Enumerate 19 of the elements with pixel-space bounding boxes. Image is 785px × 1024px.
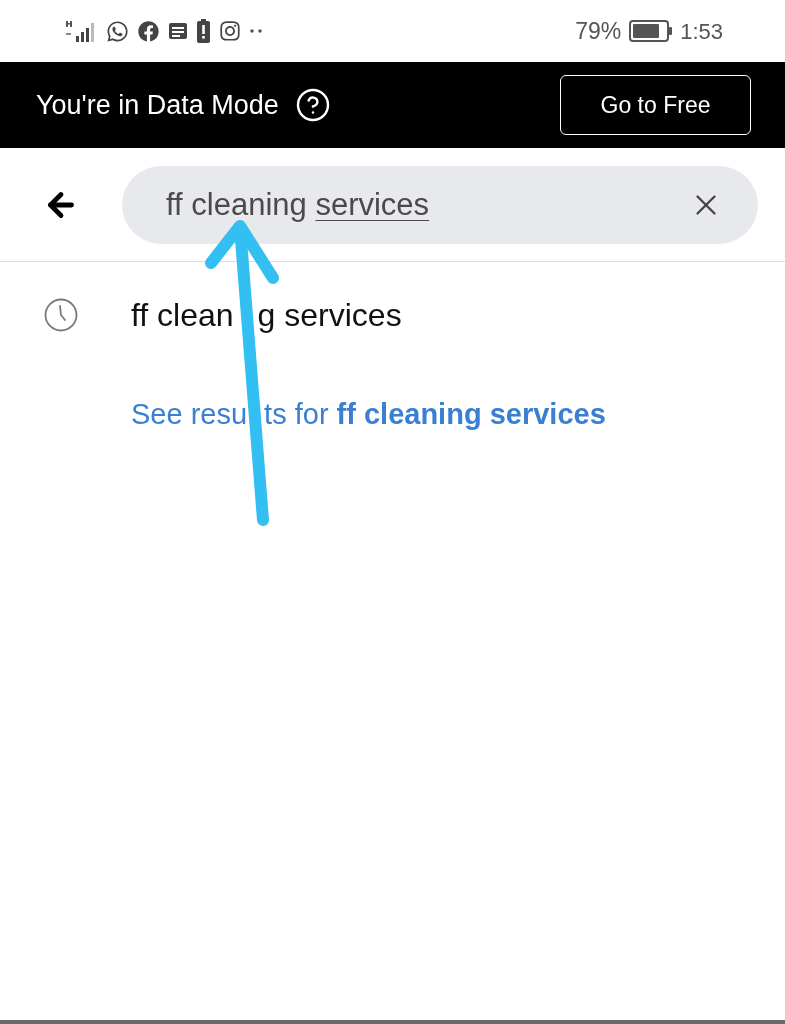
see-results-link[interactable]: See resu [131,394,248,434]
go-to-free-button[interactable]: Go to Free [560,75,751,135]
speech-bubble-icon [106,19,129,43]
suggestion-text[interactable]: g services [257,295,402,335]
see-results-link[interactable]: ts for ff cleaning services [264,394,606,434]
clock-time: 1:53 [680,17,723,46]
camera-icon [219,20,241,42]
more-dots-icon [250,29,262,33]
signal-icon [65,19,97,43]
clock-icon [44,298,78,332]
message-icon [168,22,188,40]
help-icon[interactable] [294,87,331,123]
circle-f-icon [138,20,159,42]
search-field[interactable]: ff cleaning services [122,165,758,244]
battery-icon [629,20,674,42]
suggestion-text[interactable]: ff clean [131,295,234,335]
banner-message: You're in Data Mode [36,88,279,122]
battery-percent: 79% [575,16,622,46]
battery-alert-icon [197,19,210,43]
